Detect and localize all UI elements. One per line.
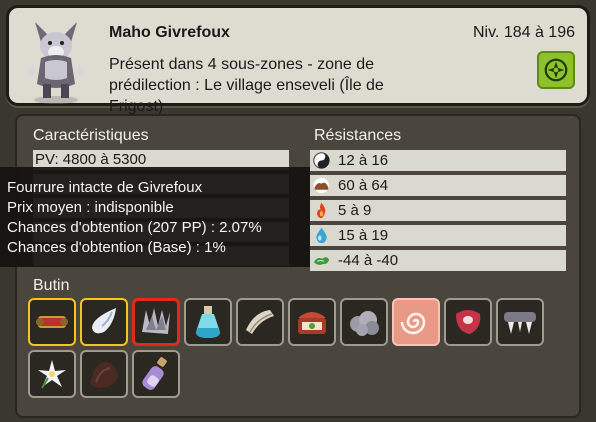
vial-item-icon — [142, 357, 167, 390]
monster-header: Maho Givrefoux Niv. 184 à 196 Présent da… — [6, 5, 590, 115]
resistances-title: Résistances — [314, 127, 402, 144]
drop-item-icon — [92, 308, 116, 334]
resistance-value: 5 à 9 — [338, 202, 372, 219]
parchment-item-icon — [246, 310, 274, 334]
fire-icon — [313, 202, 330, 219]
cloud-item-icon — [350, 311, 379, 336]
loot-slot[interactable] — [236, 298, 284, 346]
water-icon — [313, 227, 330, 244]
loot-slot[interactable] — [444, 298, 492, 346]
loot-slot[interactable] — [340, 298, 388, 346]
resistance-water: 15 à 19 — [310, 225, 566, 246]
fur-item-icon — [142, 308, 170, 334]
loot-slot[interactable] — [28, 298, 76, 346]
meat-item-icon — [456, 310, 481, 334]
loot-slot[interactable] — [288, 298, 336, 346]
resistance-earth: 60 à 64 — [310, 175, 566, 196]
potion-item-icon — [196, 306, 220, 338]
loot-slot[interactable] — [184, 298, 232, 346]
resistance-value: 60 à 64 — [338, 177, 389, 194]
loot-slot[interactable] — [80, 298, 128, 346]
monster-name: Maho Givrefoux — [109, 24, 230, 41]
characteristics-title: Caractéristiques — [33, 127, 149, 144]
loot-slot[interactable] — [80, 350, 128, 398]
monster-location: Présent dans 4 sous-zones - zone de préd… — [109, 56, 384, 115]
wolf-creature-icon — [23, 12, 89, 104]
spiral-item-icon — [400, 312, 426, 335]
compass-icon[interactable] — [537, 51, 575, 89]
earth-icon — [313, 177, 330, 194]
chest-item-icon — [298, 312, 326, 334]
yin-yang-icon — [313, 152, 330, 169]
tooltip-item-name: Fourrure intacte de Givrefoux — [7, 179, 203, 196]
loot-slot[interactable] — [496, 298, 544, 346]
tooltip-drop-chance-pp: Chances d'obtention (207 PP) : 2.07% — [7, 219, 262, 236]
resistance-neutral: 12 à 16 — [310, 150, 566, 171]
resistance-value: -44 à -40 — [338, 252, 399, 269]
loot-slot[interactable] — [28, 350, 76, 398]
loot-grid — [28, 298, 568, 408]
monster-info-window: Maho Givrefoux Niv. 184 à 196 Présent da… — [0, 0, 596, 422]
resistance-value: 15 à 19 — [338, 227, 389, 244]
resistance-value: 12 à 16 — [338, 152, 389, 169]
monster-level: Niv. 184 à 196 — [473, 24, 575, 41]
air-icon — [313, 252, 330, 269]
loot-slot[interactable] — [132, 350, 180, 398]
scroll-item-icon — [36, 316, 68, 328]
flower-item-icon — [38, 360, 66, 389]
resistance-fire: 5 à 9 — [310, 200, 566, 221]
fangs-item-icon — [504, 312, 536, 334]
resistance-air: -44 à -40 — [310, 250, 566, 271]
item-tooltip: Fourrure intacte de Givrefoux Prix moyen… — [0, 167, 310, 267]
tooltip-price: Prix moyen : indisponible — [7, 199, 174, 216]
loot-title: Butin — [33, 277, 70, 294]
loot-slot[interactable] — [392, 298, 440, 346]
leather-item-icon — [90, 362, 118, 388]
loot-slot[interactable] — [132, 298, 180, 346]
tooltip-drop-chance-base: Chances d'obtention (Base) : 1% — [7, 239, 226, 256]
